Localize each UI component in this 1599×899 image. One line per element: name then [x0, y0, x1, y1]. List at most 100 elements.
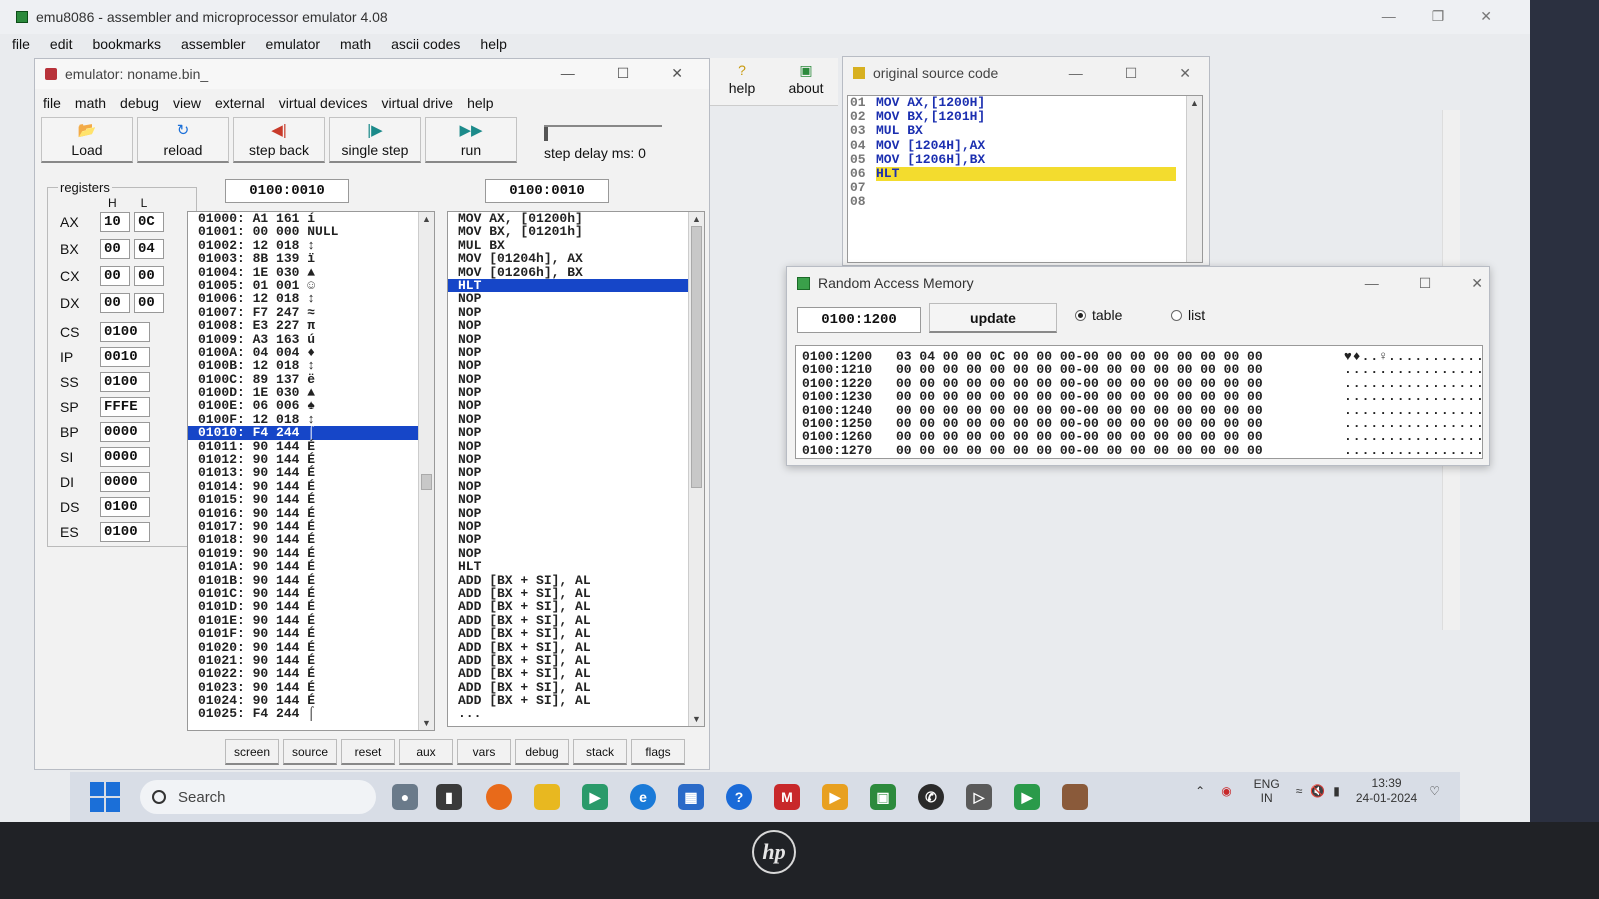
media-player-icon[interactable]: ▷	[966, 784, 992, 810]
disassembly-line[interactable]: NOP	[448, 319, 704, 333]
disassembly-line[interactable]: NOP	[448, 493, 704, 507]
memory-line[interactable]: 01011: 90 144 É	[188, 439, 434, 453]
memory-line[interactable]: 01002: 12 018 ↕	[188, 238, 434, 252]
memory-line[interactable]: 01020: 90 144 É	[188, 640, 434, 654]
memory-line[interactable]: 01014: 90 144 É	[188, 479, 434, 493]
disassembly-scrollbar[interactable]: ▲ ▼	[688, 212, 704, 726]
memory-line[interactable]: 01015: 90 144 É	[188, 493, 434, 507]
battery-icon[interactable]: ▮	[1333, 784, 1340, 798]
disassembly-line[interactable]: ADD [BX + SI], AL	[448, 653, 704, 667]
source-line[interactable]: 06 HLT	[848, 166, 1202, 182]
disassembly-line[interactable]: NOP	[448, 479, 704, 493]
register-di-value[interactable]: 0000	[100, 472, 150, 492]
disassembly-line[interactable]: ADD [BX + SI], AL	[448, 600, 704, 614]
disassembly-line[interactable]: MOV [01204h], AX	[448, 252, 704, 266]
memory-line[interactable]: 01010: F4 244 ⌠	[188, 426, 434, 440]
source-line[interactable]: 05 MOV [1206H],BX	[848, 152, 1202, 167]
disassembly-line[interactable]: ADD [BX + SI], AL	[448, 667, 704, 681]
source-minimize-button[interactable]: —	[1069, 65, 1083, 82]
register-bp-value[interactable]: 0000	[100, 422, 150, 442]
emu-menu-virtual-drive[interactable]: virtual drive	[382, 95, 454, 111]
edge-icon[interactable]: e	[630, 784, 656, 810]
register-cx-low[interactable]: 00	[134, 266, 164, 286]
emulator-maximize-button[interactable]: ☐	[617, 65, 630, 82]
disassembly-line[interactable]: NOP	[448, 346, 704, 360]
source-scrollbar[interactable]: ▲	[1186, 96, 1202, 262]
emu-menu-view[interactable]: view	[173, 95, 201, 111]
disassembly-line[interactable]: ...	[448, 707, 704, 721]
memory-line[interactable]: 0100F: 12 018 ↕	[188, 412, 434, 426]
register-bx-low[interactable]: 04	[134, 239, 164, 259]
register-ds-value[interactable]: 0100	[100, 497, 150, 517]
copilot-icon[interactable]: ●	[392, 784, 418, 810]
scroll-up-icon[interactable]: ▲	[692, 214, 701, 224]
single-step-button[interactable]: |▶ single step	[329, 117, 421, 163]
menu-edit[interactable]: edit	[50, 36, 73, 52]
debug-button[interactable]: debug	[515, 739, 569, 765]
taskbar-search[interactable]: Search	[140, 780, 376, 814]
menu-emulator[interactable]: emulator	[266, 36, 320, 52]
memory-line[interactable]: 0101E: 90 144 É	[188, 613, 434, 627]
memory-line[interactable]: 0100C: 89 137 ë	[188, 372, 434, 386]
memory-line[interactable]: 0101C: 90 144 É	[188, 587, 434, 601]
language-indicator[interactable]: ENG IN	[1254, 777, 1280, 805]
source-line[interactable]: 04 MOV [1204H],AX	[848, 138, 1202, 153]
emulator-close-button[interactable]: ✕	[671, 65, 683, 82]
memory-line[interactable]: 0100E: 06 006 ♠	[188, 399, 434, 413]
register-dx-low[interactable]: 00	[134, 293, 164, 313]
disassembly-line[interactable]: HLT	[448, 560, 704, 574]
disassembly-line[interactable]: NOP	[448, 426, 704, 440]
emulator-minimize-button[interactable]: —	[561, 65, 575, 82]
source-code-view[interactable]: 01 MOV AX,[1200H] 02 MOV BX,[1201H] 03 MUL BX…	[847, 95, 1203, 263]
aux-button[interactable]: aux	[399, 739, 453, 765]
minimize-button[interactable]: —	[1382, 8, 1396, 25]
close-button[interactable]: ✕	[1480, 8, 1492, 25]
memory-line[interactable]: 01000: A1 161 í	[188, 212, 434, 225]
ram-table-radio[interactable]: table	[1075, 307, 1122, 323]
disassembly-line[interactable]: NOP	[448, 439, 704, 453]
memory-line[interactable]: 01012: 90 144 É	[188, 453, 434, 467]
about-button[interactable]: ▣ about	[778, 62, 834, 96]
ram-list-radio[interactable]: list	[1171, 307, 1205, 323]
disassembly-line[interactable]: ADD [BX + SI], AL	[448, 613, 704, 627]
memory-line[interactable]: 01003: 8B 139 ï	[188, 252, 434, 266]
scroll-up-icon[interactable]: ▲	[1190, 98, 1199, 108]
scroll-up-icon[interactable]: ▲	[422, 214, 431, 224]
memory-dump-list[interactable]: 01000: A1 161 í 01001: 00 000 NULL 01002: …	[187, 211, 435, 731]
memory-dump-scrollbar[interactable]: ▲ ▼	[418, 212, 434, 730]
emu-menu-debug[interactable]: debug	[120, 95, 159, 111]
disassembly-line[interactable]: NOP	[448, 372, 704, 386]
emu-menu-math[interactable]: math	[75, 95, 106, 111]
ram-bytes[interactable]: 00 00 00 00 00 00 00 00-00 00 00 00 00 0…	[896, 363, 1344, 377]
source-button[interactable]: source	[283, 739, 337, 765]
ram-bytes[interactable]: 00 00 00 00 00 00 00 00-00 00 00 00 00 0…	[896, 376, 1344, 390]
memory-line[interactable]: 0100D: 1E 030 ▲	[188, 386, 434, 400]
disassembly-line[interactable]: NOP	[448, 412, 704, 426]
emu-menu-external[interactable]: external	[215, 95, 265, 111]
emu-menu-help[interactable]: help	[467, 95, 493, 111]
memory-line[interactable]: 01004: 1E 030 ▲	[188, 265, 434, 279]
memory-line[interactable]: 01007: F7 247 ≈	[188, 305, 434, 319]
ram-bytes[interactable]: 00 00 00 00 00 00 00 00-00 00 00 00 00 0…	[896, 443, 1344, 457]
disassembly-line[interactable]: ADD [BX + SI], AL	[448, 694, 704, 708]
disassembly-line[interactable]: ADD [BX + SI], AL	[448, 587, 704, 601]
disassembly-line[interactable]: NOP	[448, 546, 704, 560]
source-maximize-button[interactable]: ☐	[1125, 65, 1138, 82]
disassembly-line[interactable]: ADD [BX + SI], AL	[448, 640, 704, 654]
memory-line[interactable]: 0101B: 90 144 É	[188, 573, 434, 587]
emu-menu-file[interactable]: file	[43, 95, 61, 111]
step-delay-slider-thumb[interactable]	[544, 127, 548, 141]
memory-line[interactable]: 01019: 90 144 É	[188, 546, 434, 560]
register-dx-high[interactable]: 00	[100, 293, 130, 313]
memory-line[interactable]: 01016: 90 144 É	[188, 506, 434, 520]
disassembly-line[interactable]: MUL BX	[448, 238, 704, 252]
disassembly-line[interactable]: MOV [01206h], BX	[448, 265, 704, 279]
security-tray-icon[interactable]: ◉	[1221, 784, 1231, 798]
memory-scroll-thumb[interactable]	[421, 474, 432, 490]
disassembly-line[interactable]: ADD [BX + SI], AL	[448, 680, 704, 694]
disassembly-line[interactable]: NOP	[448, 292, 704, 306]
memory-line[interactable]: 0101D: 90 144 É	[188, 600, 434, 614]
disassembly-line[interactable]: NOP	[448, 399, 704, 413]
disassembly-line[interactable]: MOV AX, [01200h]	[448, 212, 704, 225]
disassembly-line[interactable]: NOP	[448, 520, 704, 534]
